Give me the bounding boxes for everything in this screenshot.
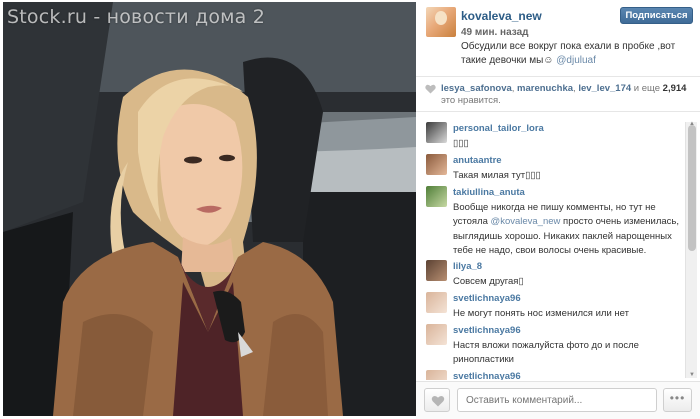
heart-icon bbox=[431, 395, 445, 407]
likes-suffix: это нравится. bbox=[441, 95, 501, 106]
commenter-username[interactable]: personal_tailor_lora bbox=[453, 123, 544, 134]
comment-text: Не могут понять нос изменился или нет bbox=[453, 308, 629, 319]
comment-text: Такая милая тут▯▯▯ bbox=[453, 170, 541, 181]
instagram-embed: Stock.ru - новости дома 2 kovaleva_new 4… bbox=[0, 0, 700, 419]
commenter-username[interactable]: svetlichnaya96 bbox=[453, 293, 521, 304]
comment-input[interactable] bbox=[457, 388, 657, 412]
likes-row: lesya_safonova, marenuchka, lev_lev_174 … bbox=[416, 76, 700, 112]
heart-icon bbox=[425, 84, 436, 94]
scrollbar-thumb[interactable] bbox=[688, 125, 696, 251]
commenter-avatar[interactable] bbox=[426, 186, 447, 207]
liker-username[interactable]: lesya_safonova bbox=[441, 83, 512, 94]
post-timestamp: 49 мин. назад bbox=[461, 27, 529, 38]
comment-item: anutaantre Такая милая тут▯▯▯ bbox=[416, 154, 684, 186]
scroll-down-arrow-icon[interactable]: ▼ bbox=[689, 372, 695, 378]
commenter-avatar[interactable] bbox=[426, 370, 447, 380]
commenter-username[interactable]: svetlichnaya96 bbox=[453, 325, 521, 336]
comment-mention[interactable]: @kovaleva_new bbox=[491, 216, 561, 227]
comment-item: lilya_8 Совсем другая▯ bbox=[416, 260, 684, 292]
subscribe-button[interactable]: Подписаться bbox=[620, 7, 693, 24]
comment-text: ▯▯▯ bbox=[453, 138, 469, 149]
comment-item: personal_tailor_lora ▯▯▯ bbox=[416, 122, 684, 154]
liker-username[interactable]: lev_lev_174 bbox=[578, 83, 631, 94]
likes-summary: lesya_safonova, marenuchka, lev_lev_174 … bbox=[441, 83, 691, 107]
post-sidebar: kovaleva_new 49 мин. назад Обсудили все … bbox=[416, 0, 700, 419]
commenter-avatar[interactable] bbox=[426, 260, 447, 281]
commenter-avatar[interactable] bbox=[426, 292, 447, 313]
comments-scrollbar[interactable]: ▲ ▼ bbox=[685, 121, 697, 378]
commenter-avatar[interactable] bbox=[426, 154, 447, 175]
watermark-text: Stock.ru - новости дома 2 bbox=[7, 6, 266, 28]
author-avatar[interactable] bbox=[426, 7, 456, 37]
comment-item: takiullina_anuta Вообще никогда не пишу … bbox=[416, 186, 684, 258]
more-options-button[interactable]: ••• bbox=[663, 388, 692, 412]
commenter-username[interactable]: svetlichnaya96 bbox=[453, 371, 521, 380]
liker-username[interactable]: marenuchka bbox=[517, 83, 573, 94]
commenter-avatar[interactable] bbox=[426, 122, 447, 143]
comments-list: personal_tailor_lora ▯▯▯ anutaantre Така… bbox=[416, 118, 700, 380]
post-caption: Обсудили все вокруг пока ехали в пробке … bbox=[461, 40, 693, 68]
comment-item: svetlichnaya96 bbox=[416, 370, 684, 380]
commenter-avatar[interactable] bbox=[426, 324, 447, 345]
post-header: kovaleva_new 49 мин. назад Обсудили все … bbox=[416, 0, 700, 72]
comment-text: Настя вложи пожалуйста фото до и после р… bbox=[453, 340, 639, 366]
caption-mention[interactable]: @djuluaf bbox=[556, 55, 596, 66]
comment-text: Совсем другая▯ bbox=[453, 276, 524, 287]
comment-text: Вообще никогда не пишу комменты, но тут … bbox=[453, 201, 681, 258]
like-button[interactable] bbox=[424, 388, 450, 412]
commenter-username[interactable]: anutaantre bbox=[453, 155, 502, 166]
commenter-username[interactable]: lilya_8 bbox=[453, 261, 482, 272]
likes-count[interactable]: 2,914 bbox=[663, 83, 687, 94]
post-photo[interactable]: Stock.ru - новости дома 2 bbox=[3, 2, 416, 416]
comment-item: svetlichnaya96 Не могут понять нос измен… bbox=[416, 292, 684, 324]
commenter-username[interactable]: takiullina_anuta bbox=[453, 187, 525, 198]
comment-footer: ••• bbox=[416, 381, 700, 419]
author-username[interactable]: kovaleva_new bbox=[461, 9, 542, 23]
post-photo-illustration bbox=[3, 2, 416, 416]
comment-item: svetlichnaya96 Настя вложи пожалуйста фо… bbox=[416, 324, 684, 370]
likes-and-more: и еще bbox=[633, 83, 661, 94]
